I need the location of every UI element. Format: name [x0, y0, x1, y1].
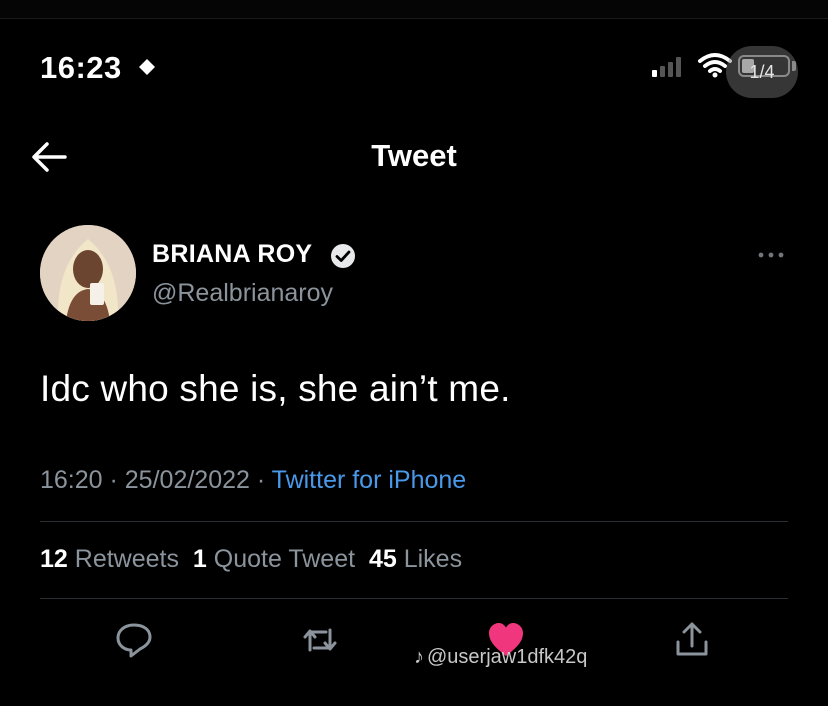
verified-badge-icon — [331, 244, 355, 268]
meta-separator: · — [102, 466, 125, 494]
watermark-text: @userjaw1dfk42q — [427, 646, 588, 668]
retweets-count: 12 — [40, 545, 68, 573]
share-icon[interactable] — [672, 620, 712, 660]
location-diamond-icon — [139, 59, 155, 75]
tweet-stats: 12 Retweets 1 Quote Tweet 45 Likes — [40, 545, 462, 574]
retweet-icon[interactable] — [300, 620, 340, 660]
author-handle[interactable]: @Realbrianaroy — [152, 279, 333, 308]
avatar[interactable] — [40, 225, 136, 321]
tiktok-logo-icon: ♪ — [414, 646, 424, 668]
avatar-photo-icon — [40, 225, 136, 321]
page-title: Tweet — [371, 138, 457, 173]
tweet-screen: 16:23 1/4 Tweet BRIANA ROY @Realbrianaro… — [0, 0, 828, 706]
tweet-time: 16:20 — [40, 466, 103, 494]
likes-label: Likes — [403, 545, 463, 573]
tweet-source-link[interactable]: Twitter for iPhone — [272, 466, 467, 494]
tweet-meta: 16:20 · 25/02/2022 · Twitter for iPhone — [40, 466, 466, 495]
quotes-stat[interactable]: 1 Quote Tweet — [193, 545, 355, 573]
page-indicator: 1/4 — [726, 46, 798, 98]
quotes-label: Quote Tweet — [213, 545, 356, 573]
divider — [40, 598, 788, 599]
meta-separator: · — [249, 466, 272, 494]
top-border — [0, 0, 828, 19]
tiktok-watermark: ♪ @userjaw1dfk42q — [414, 646, 587, 669]
divider — [40, 521, 788, 522]
status-time: 16:23 — [40, 50, 122, 85]
likes-stat[interactable]: 45 Likes — [369, 545, 462, 573]
tweet-text: Idc who she is, she ain’t me. — [40, 368, 511, 409]
more-options-icon[interactable] — [756, 248, 786, 262]
author-name[interactable]: BRIANA ROY — [152, 240, 312, 269]
retweets-label: Retweets — [74, 545, 179, 573]
signal-icon — [652, 57, 681, 77]
reply-icon[interactable] — [114, 620, 154, 660]
likes-count: 45 — [368, 545, 397, 573]
tweet-date: 25/02/2022 — [124, 466, 250, 494]
quotes-count: 1 — [192, 545, 207, 573]
retweets-stat[interactable]: 12 Retweets — [40, 545, 179, 573]
